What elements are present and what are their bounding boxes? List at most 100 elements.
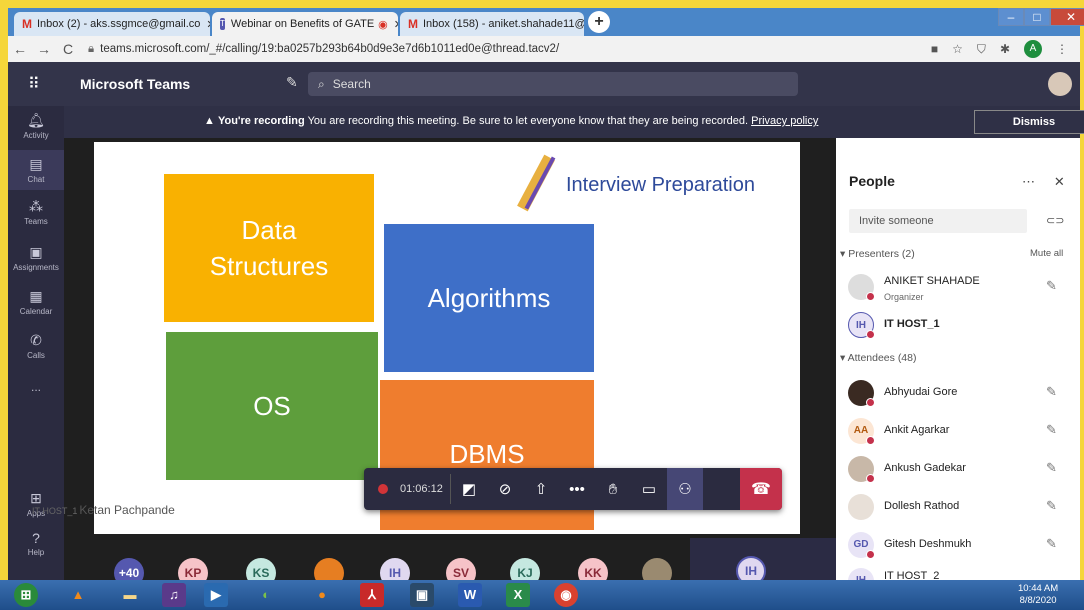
participant-name: Ankush Gadekar xyxy=(884,462,966,474)
participant-row[interactable]: IH IT HOST_2 xyxy=(848,566,1070,580)
minimize-button[interactable]: – xyxy=(998,8,1024,26)
hang-up-button[interactable]: ☎ xyxy=(740,468,782,510)
status-badge xyxy=(866,292,875,301)
attendees-header[interactable]: ▾ Attendees (48) xyxy=(840,352,917,364)
vlc-icon[interactable]: ▲ xyxy=(66,583,90,607)
participant-row[interactable]: Dollesh Rathod ✎ xyxy=(848,492,1070,522)
forward-icon[interactable]: → xyxy=(32,41,56,57)
maximize-button[interactable]: □ xyxy=(1024,8,1050,26)
rail-item-chat[interactable]: ▤ Chat xyxy=(8,150,64,190)
browser-tab[interactable]: M Inbox (2) - aks.ssgmce@gmail.co ✕ xyxy=(14,12,210,36)
star-icon[interactable]: ☆ xyxy=(952,42,963,56)
rail-label: Activity xyxy=(23,131,49,140)
media-player-icon[interactable]: ▶ xyxy=(204,583,228,607)
rail-item-teams[interactable]: ⁂ Teams xyxy=(8,198,64,232)
excel-icon[interactable]: X xyxy=(506,583,530,607)
compose-icon[interactable]: ✎ xyxy=(286,74,298,91)
participant-row[interactable]: GD Gitesh Deshmukh ✎ xyxy=(848,530,1070,560)
close-icon[interactable]: ✕ xyxy=(1054,174,1067,189)
assignments-icon: ▣ xyxy=(29,244,43,260)
more-actions-button[interactable]: ••• xyxy=(559,468,595,510)
pdf-icon[interactable]: ⅄ xyxy=(360,583,384,607)
privacy-policy-link[interactable]: Privacy policy xyxy=(751,115,818,127)
calendar-icon: ▦ xyxy=(29,288,43,304)
teams-icon: ⁂ xyxy=(29,198,43,214)
raise-hand-button[interactable]: ✋︎ xyxy=(595,468,631,510)
monitor-icon[interactable]: ▣ xyxy=(410,583,434,607)
rail-item-calendar[interactable]: ▦ Calendar xyxy=(8,288,64,322)
status-badge xyxy=(866,474,875,483)
speaker-host: IT HOST_1 xyxy=(32,506,78,516)
browser-tab[interactable]: M Inbox (158) - aniket.shahade11@ ✕ xyxy=(400,12,584,36)
user-avatar[interactable] xyxy=(1048,72,1072,96)
share-button[interactable]: ⇧ xyxy=(523,468,559,510)
participant-row[interactable]: AA Ankit Agarkar ✎ xyxy=(848,416,1070,446)
mic-off-icon[interactable]: ✎ xyxy=(1046,422,1057,438)
participant-name: IT HOST_1 xyxy=(884,318,940,330)
participant-row[interactable]: Abhyudai Gore ✎ xyxy=(848,378,1070,408)
mic-off-icon[interactable]: ✎ xyxy=(1046,384,1057,400)
mute-all-button[interactable]: Mute all xyxy=(1030,248,1063,259)
waffle-icon[interactable]: ⠿ xyxy=(28,74,40,94)
rail-item-assignments[interactable]: ▣ Assignments xyxy=(8,244,64,278)
speaker-label: IT HOST_1 Ketan Pachpande xyxy=(32,503,175,517)
invite-input[interactable]: Invite someone xyxy=(849,209,1027,233)
mic-off-icon[interactable]: ✎ xyxy=(1046,460,1057,476)
back-icon[interactable]: ← xyxy=(8,41,32,57)
recording-bold: You're recording xyxy=(217,115,305,127)
participant-row[interactable]: Ankush Gadekar ✎ xyxy=(848,454,1070,484)
self-view: IH xyxy=(690,538,836,586)
chrome-icon[interactable]: ◉ xyxy=(554,583,578,607)
avatar: IH xyxy=(848,568,874,580)
rail-label: Teams xyxy=(24,217,48,226)
system-clock[interactable]: 10:44 AM 8/8/2020 xyxy=(1018,583,1058,607)
close-tab-icon[interactable]: ✕ xyxy=(200,18,210,31)
rail-item-more[interactable]: ... xyxy=(8,380,64,400)
app-title: Microsoft Teams xyxy=(80,76,191,92)
shield-icon[interactable]: ⛉ xyxy=(977,42,986,57)
participant-row[interactable]: ANIKET SHAHADE Organizer ✎ xyxy=(848,272,1070,302)
dismiss-button[interactable]: Dismiss xyxy=(974,110,1084,134)
rail-item-help[interactable]: ? Help xyxy=(8,530,64,564)
window-close-button[interactable]: ✕ xyxy=(1050,8,1084,26)
browser-tab-active[interactable]: T Webinar on Benefits of GATE ◉ ✕ xyxy=(212,12,398,36)
participant-name: ANIKET SHAHADE xyxy=(884,275,980,287)
mic-off-icon[interactable]: ✎ xyxy=(1046,498,1057,514)
more-icon: ... xyxy=(30,380,41,394)
slide-title: Interview Preparation xyxy=(566,174,755,196)
clock-time: 10:44 AM xyxy=(1018,583,1059,594)
link-icon[interactable]: ⊂⊃ xyxy=(1046,214,1064,227)
mic-off-icon[interactable]: ✎ xyxy=(1046,278,1057,294)
menu-icon[interactable]: ⋮ xyxy=(1056,42,1068,56)
recording-banner: ▲ You're recording You are recording thi… xyxy=(64,106,1084,138)
puzzle-icon[interactable]: ✱ xyxy=(1000,42,1010,56)
participant-role: Organizer xyxy=(884,292,924,302)
reload-icon[interactable]: C xyxy=(56,41,80,57)
url-field[interactable]: 🔒︎ teams.microsoft.com/_#/calling/19:ba02… xyxy=(88,43,559,56)
camera-icon[interactable]: ■ xyxy=(931,42,938,56)
rail-item-activity[interactable]: 🔔︎ Activity xyxy=(8,112,64,146)
network-icon[interactable]: ◐ xyxy=(254,583,278,607)
chat-button[interactable]: ▭ xyxy=(631,468,667,510)
participants-button[interactable]: ⚇ xyxy=(667,468,703,510)
rail-item-calls[interactable]: ✆ Calls xyxy=(8,332,64,366)
search-input[interactable]: ⌕ Search xyxy=(308,72,798,96)
panel-title: People xyxy=(849,173,895,189)
new-tab-button[interactable]: + xyxy=(588,11,610,33)
close-tab-icon[interactable]: ✕ xyxy=(388,18,398,31)
camera-off-button[interactable]: ◩ xyxy=(451,468,487,510)
presenters-header[interactable]: ▾ Presenters (2) xyxy=(840,248,915,260)
status-badge xyxy=(866,330,875,339)
participant-row[interactable]: IH IT HOST_1 xyxy=(848,310,1070,340)
profile-avatar[interactable]: A xyxy=(1024,40,1042,58)
participant-name: Abhyudai Gore xyxy=(884,386,958,398)
folder-icon[interactable]: ▬ xyxy=(118,583,142,607)
more-icon[interactable]: ⋯ xyxy=(1022,174,1037,189)
mic-off-button[interactable]: ⊘ xyxy=(487,468,523,510)
start-button[interactable]: ⊞ xyxy=(14,583,38,607)
mic-off-icon[interactable]: ✎ xyxy=(1046,536,1057,552)
app-icon[interactable]: ♫ xyxy=(162,583,186,607)
word-icon[interactable]: W xyxy=(458,583,482,607)
tab-label: Inbox (158) - aniket.shahade11@ xyxy=(423,18,584,30)
firefox-icon[interactable]: ● xyxy=(310,583,334,607)
